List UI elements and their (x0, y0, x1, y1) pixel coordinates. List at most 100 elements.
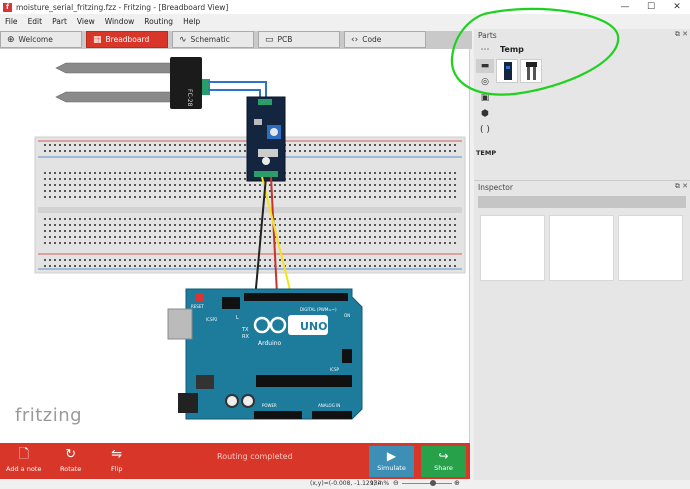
breadboard-hole (179, 196, 181, 198)
menu-part[interactable]: Part (47, 17, 72, 26)
breadboard-hole (179, 230, 181, 232)
breadboard-hole (109, 236, 111, 238)
inspector-controls-icon[interactable]: ⧉ ✕ (675, 182, 688, 191)
arduino-uno[interactable]: RESET ICSP2 DIGITAL (PWM=~) TX RX L UNO … (167, 288, 363, 420)
moisture-probe[interactable]: FC-28 (55, 57, 210, 109)
tab-welcome[interactable]: ⊕ Welcome (0, 31, 82, 48)
breadboard-hole (244, 150, 246, 152)
tab-code[interactable]: ‹› Code (344, 31, 426, 48)
breadboard-hole (349, 218, 351, 220)
breadboard-hole (59, 196, 61, 198)
breadboard-hole (384, 178, 386, 180)
breadboard-hole (104, 265, 106, 267)
simulate-button[interactable]: ▶ Simulate (369, 446, 414, 477)
sensor-module[interactable] (246, 96, 286, 182)
menu-edit[interactable]: Edit (23, 17, 48, 26)
breadboard-hole (414, 144, 416, 146)
breadboard-hole (169, 172, 171, 174)
breadboard-hole (64, 236, 66, 238)
breadboard-hole (59, 224, 61, 226)
breadboard-hole (194, 150, 196, 152)
menu-window[interactable]: Window (100, 17, 140, 26)
breadboard-hole (84, 144, 86, 146)
part-sensor-module[interactable] (496, 59, 518, 83)
breadboard-hole (419, 144, 421, 146)
breadboard-hole (244, 184, 246, 186)
tab-schematic[interactable]: ∿ Schematic (172, 31, 254, 48)
breadboard-hole (239, 150, 241, 152)
breadboard-hole (204, 196, 206, 198)
breadboard-hole (449, 190, 451, 192)
bin-hex-icon[interactable]: ⬢ (476, 107, 494, 121)
breadboard-hole (64, 184, 66, 186)
breadboard-hole (334, 178, 336, 180)
breadboard-hole (109, 218, 111, 220)
breadboard-hole (224, 196, 226, 198)
breadboard-hole (414, 218, 416, 220)
breadboard-hole (59, 242, 61, 244)
breadboard-hole (114, 178, 116, 180)
breadboard-hole (454, 144, 456, 146)
breadboard-hole (244, 265, 246, 267)
breadboard-hole (64, 150, 66, 152)
breadboard-hole (444, 184, 446, 186)
flip-button[interactable]: ⇋ Flip (111, 445, 122, 473)
breadboard-hole (69, 224, 71, 226)
breadboard-hole (74, 230, 76, 232)
breadboard-hole (114, 218, 116, 220)
share-button[interactable]: ↪ Share (421, 446, 466, 477)
breadboard-hole (339, 184, 341, 186)
breadboard-hole (84, 236, 86, 238)
breadboard-hole (344, 178, 346, 180)
bin-robot-icon[interactable]: ▣ (476, 91, 494, 105)
menu-routing[interactable]: Routing (139, 17, 178, 26)
maximize-button[interactable]: ☐ (638, 0, 664, 14)
bin-wifi-icon[interactable]: ◎ (476, 75, 494, 89)
zoom-in-icon[interactable]: ⊕ (454, 479, 460, 487)
breadboard-hole (449, 259, 451, 261)
breadboard-hole (194, 190, 196, 192)
breadboard-hole (234, 265, 236, 267)
breadboard-hole (224, 184, 226, 186)
breadboard-hole (344, 196, 346, 198)
minimize-button[interactable]: — (612, 0, 638, 14)
breadboard-canvas[interactable]: FC-28 RESET ICSP2 DIGITAL (PWM=~) TX RX … (0, 49, 470, 443)
bin-brackets-icon[interactable]: ( ) (476, 123, 494, 137)
tab-breadboard[interactable]: ▦ Breadboard (86, 31, 168, 48)
breadboard-hole (239, 218, 241, 220)
breadboard-hole (409, 265, 411, 267)
close-button[interactable]: ✕ (664, 0, 690, 14)
breadboard-hole (319, 218, 321, 220)
zoom-out-icon[interactable]: ⊖ (393, 479, 399, 487)
bin-more-icon[interactable]: ⋯ (476, 43, 494, 57)
breadboard-hole (149, 196, 151, 198)
panel-controls-icon[interactable]: ⧉ ✕ (675, 30, 688, 39)
breadboard-hole (239, 224, 241, 226)
menu-help[interactable]: Help (178, 17, 205, 26)
breadboard-hole (244, 144, 246, 146)
breadboard-hole (194, 230, 196, 232)
breadboard-hole (214, 242, 216, 244)
rotate-button[interactable]: ↻ Rotate (60, 445, 81, 473)
menu-file[interactable]: File (0, 17, 23, 26)
breadboard-hole (199, 218, 201, 220)
tab-pcb[interactable]: ▭ PCB (258, 31, 340, 48)
bin-temp-icon[interactable]: ▬ (476, 59, 494, 73)
breadboard-hole (404, 224, 406, 226)
breadboard-hole (129, 150, 131, 152)
zoom-slider[interactable] (402, 483, 452, 484)
breadboard-hole (219, 218, 221, 220)
breadboard-hole (89, 230, 91, 232)
breadboard-hole (254, 230, 256, 232)
breadboard-hole (44, 236, 46, 238)
breadboard-hole (129, 218, 131, 220)
part-moisture-probe[interactable] (520, 59, 542, 83)
breadboard-hole (159, 144, 161, 146)
zoom-slider-handle[interactable] (430, 480, 436, 486)
breadboard-hole (239, 184, 241, 186)
menu-view[interactable]: View (72, 17, 100, 26)
breadboard-hole (154, 265, 156, 267)
breadboard-hole (144, 242, 146, 244)
add-note-button[interactable]: 🗋 Add a note (6, 445, 41, 473)
breadboard-hole (399, 242, 401, 244)
